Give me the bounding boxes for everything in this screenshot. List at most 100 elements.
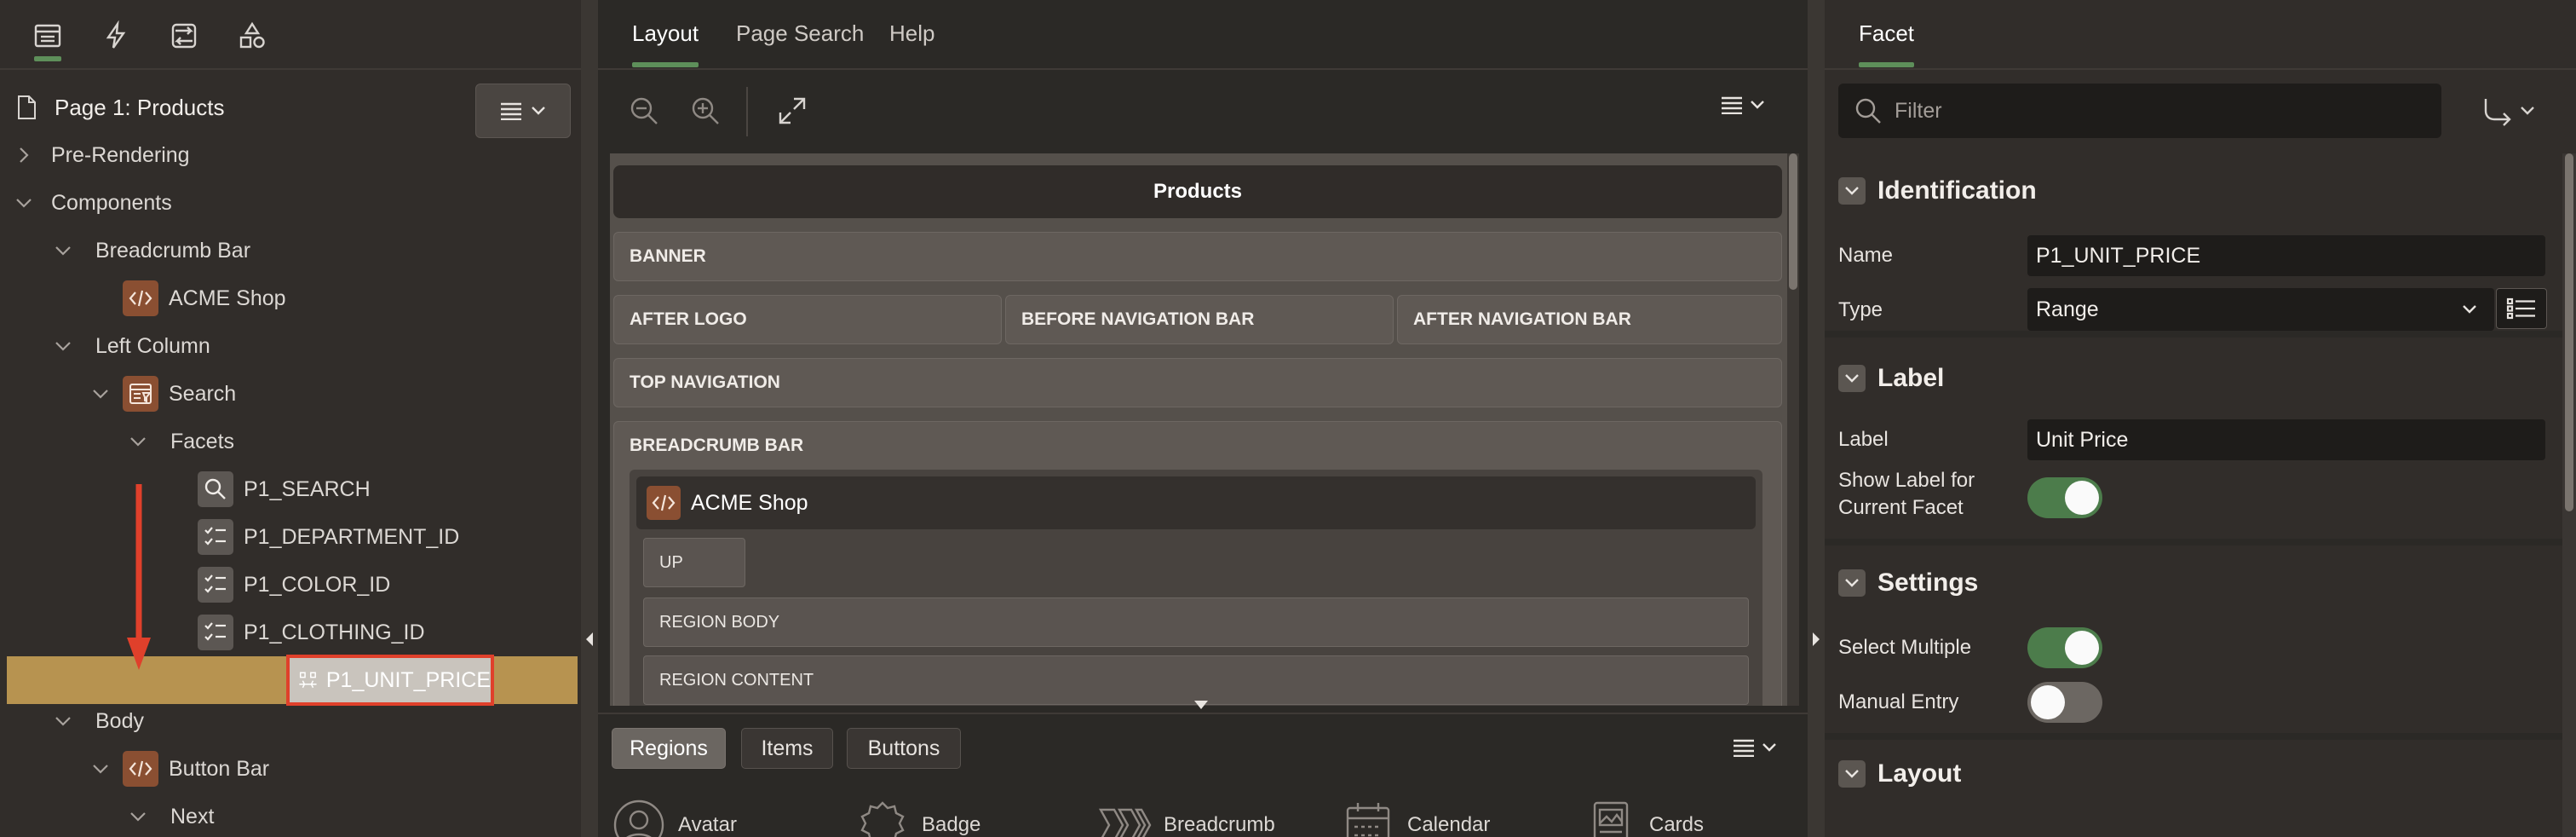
tree-node-button-bar[interactable]: Button Bar — [0, 745, 581, 793]
chevron-down-icon[interactable] — [90, 759, 111, 779]
tree-node-facet-item[interactable]: P1_CLOTHING_ID — [0, 609, 581, 656]
position-top-navigation[interactable]: TOP NAVIGATION — [613, 358, 1782, 407]
chevron-down-icon — [1838, 569, 1866, 597]
gallery-tab-buttons[interactable]: Buttons — [847, 728, 961, 769]
shared-components-tab[interactable] — [228, 14, 276, 58]
scroll-thumb[interactable] — [2565, 153, 2573, 511]
tree-node-facets[interactable]: Facets — [0, 418, 581, 465]
gallery-menu-button[interactable] — [1733, 738, 1777, 757]
tree-node-facet-item[interactable]: P1_DEPARTMENT_ID — [0, 513, 581, 561]
tree-node-pre-rendering[interactable]: Pre-Rendering — [0, 131, 581, 179]
chevron-down-icon[interactable] — [128, 431, 148, 452]
gallery-tab-regions[interactable]: Regions — [612, 728, 726, 769]
expand-icon[interactable] — [775, 94, 809, 128]
position-breadcrumb-bar[interactable]: BREADCRUMB BAR ACME Shop UP REGION BODY … — [613, 421, 1782, 706]
gallery-tab-items[interactable]: Items — [741, 728, 833, 769]
filter-field[interactable] — [1838, 84, 2441, 138]
lightning-icon — [106, 20, 126, 49]
gallery-item-breadcrumb[interactable]: Breadcrumb — [1097, 798, 1275, 837]
gallery-item-cards[interactable]: Cards — [1583, 798, 1704, 837]
group-label-header[interactable]: Label — [1838, 361, 1944, 395]
chevron-down-icon[interactable] — [14, 193, 34, 213]
dynamic-actions-tab[interactable] — [92, 14, 140, 58]
scroll-thumb[interactable] — [1789, 153, 1797, 290]
position-region-body[interactable]: REGION BODY — [643, 597, 1749, 647]
type-select[interactable]: Range — [2027, 288, 2494, 331]
position-region-content[interactable]: REGION CONTENT — [643, 655, 1749, 705]
tree-node-body[interactable]: Body — [0, 697, 581, 745]
chevron-down-icon[interactable] — [53, 240, 73, 261]
tree-node-facet-item[interactable]: P1_SEARCH — [0, 465, 581, 513]
gallery-item-calendar[interactable]: Calendar — [1341, 798, 1490, 837]
show-label-for-current-facet-toggle[interactable] — [2027, 477, 2102, 518]
layout-canvas[interactable]: Products BANNER AFTER LOGO BEFORE NAVIGA… — [610, 153, 1799, 706]
right-splitter[interactable] — [1808, 0, 1825, 837]
group-layout-header[interactable]: Layout — [1838, 757, 1961, 791]
processing-tab[interactable] — [160, 14, 208, 58]
tree-node-search[interactable]: Search — [0, 370, 581, 418]
region-title: ACME Shop — [691, 490, 808, 515]
tree-node-left-column[interactable]: Left Column — [0, 322, 581, 370]
group-title: Identification — [1877, 176, 2037, 205]
position-up[interactable]: UP — [643, 538, 745, 587]
tab-page-search[interactable]: Page Search — [736, 20, 864, 47]
name-field[interactable]: P1_UNIT_PRICE — [2027, 235, 2545, 276]
acme-shop-region[interactable]: ACME Shop UP REGION BODY REGION CONTENT — [630, 470, 1762, 706]
filter-input[interactable] — [1895, 98, 2423, 124]
layout-menu-button[interactable] — [1721, 95, 1765, 114]
gallery-panel: Regions Items Buttons Avatar Badge Bread… — [598, 713, 1814, 837]
tree-node-facet-item[interactable]: P1_COLOR_ID — [0, 561, 581, 609]
tab-layout[interactable]: Layout — [632, 20, 699, 67]
collapse-left-icon[interactable] — [586, 632, 593, 646]
gallery-item-badge[interactable]: Badge — [855, 798, 980, 837]
group-settings-header[interactable]: Settings — [1838, 566, 1978, 600]
go-to-group-button[interactable] — [2481, 90, 2549, 131]
avatar-icon — [613, 799, 664, 837]
menu-lines-icon — [501, 102, 521, 120]
tree-label: Pre-Rendering — [51, 142, 190, 167]
search-icon — [1855, 98, 1881, 124]
layout-toolbar — [598, 72, 1814, 152]
tree-label: Breadcrumb Bar — [95, 238, 251, 263]
canvas-scrollbar[interactable] — [1787, 153, 1799, 706]
select-multiple-toggle[interactable] — [2027, 627, 2102, 668]
group-title: Label — [1877, 364, 1945, 392]
type-list-of-values-button[interactable] — [2496, 288, 2547, 329]
tab-help[interactable]: Help — [889, 20, 934, 47]
tree-node-next[interactable]: Next — [0, 793, 581, 837]
position-after-logo[interactable]: AFTER LOGO — [613, 295, 1002, 344]
zoom-out-icon[interactable] — [627, 94, 661, 128]
page-actions-menu-button[interactable] — [475, 84, 571, 138]
position-before-navigation-bar[interactable]: BEFORE NAVIGATION BAR — [1005, 295, 1394, 344]
tree-node-breadcrumb-bar[interactable]: Breadcrumb Bar — [0, 227, 581, 274]
left-splitter[interactable] — [581, 0, 598, 837]
menu-lines-icon — [1722, 96, 1742, 114]
chevron-right-icon[interactable] — [14, 145, 34, 165]
chevron-down-icon[interactable] — [53, 336, 73, 356]
zoom-in-icon[interactable] — [688, 94, 722, 128]
manual-entry-toggle[interactable] — [2027, 682, 2102, 723]
chevron-down-icon[interactable] — [90, 384, 111, 404]
canvas-page-title[interactable]: Products — [613, 165, 1782, 218]
collapse-gallery-icon[interactable] — [1194, 701, 1208, 709]
collapse-right-icon[interactable] — [1813, 632, 1820, 646]
chevron-down-icon[interactable] — [128, 806, 148, 827]
chevron-down-icon[interactable] — [53, 711, 73, 731]
tree-node-acme-shop[interactable]: ACME Shop — [0, 274, 581, 322]
acme-shop-region-header[interactable]: ACME Shop — [636, 476, 1756, 529]
tree-label: P1_COLOR_ID — [244, 572, 391, 597]
gallery-item-avatar[interactable]: Avatar — [612, 798, 737, 837]
show-label-for-current-facet-label: Show Label for Current Facet — [1838, 469, 1975, 519]
tree-node-components[interactable]: Components — [0, 179, 581, 227]
badge-icon — [860, 801, 905, 837]
rendering-tab[interactable] — [24, 14, 72, 61]
select-multiple-label: Select Multiple — [1838, 636, 1972, 659]
property-editor-scrollbar[interactable] — [2562, 153, 2576, 837]
tree-label: P1_SEARCH — [244, 476, 371, 501]
group-identification-header[interactable]: Identification — [1838, 174, 2037, 208]
position-after-navigation-bar[interactable]: AFTER NAVIGATION BAR — [1397, 295, 1782, 344]
tab-facet[interactable]: Facet — [1859, 20, 1915, 67]
property-groups: Identification Name P1_UNIT_PRICE Type R… — [1825, 153, 2562, 837]
position-banner[interactable]: BANNER — [613, 232, 1782, 281]
label-field[interactable]: Unit Price — [2027, 419, 2545, 460]
